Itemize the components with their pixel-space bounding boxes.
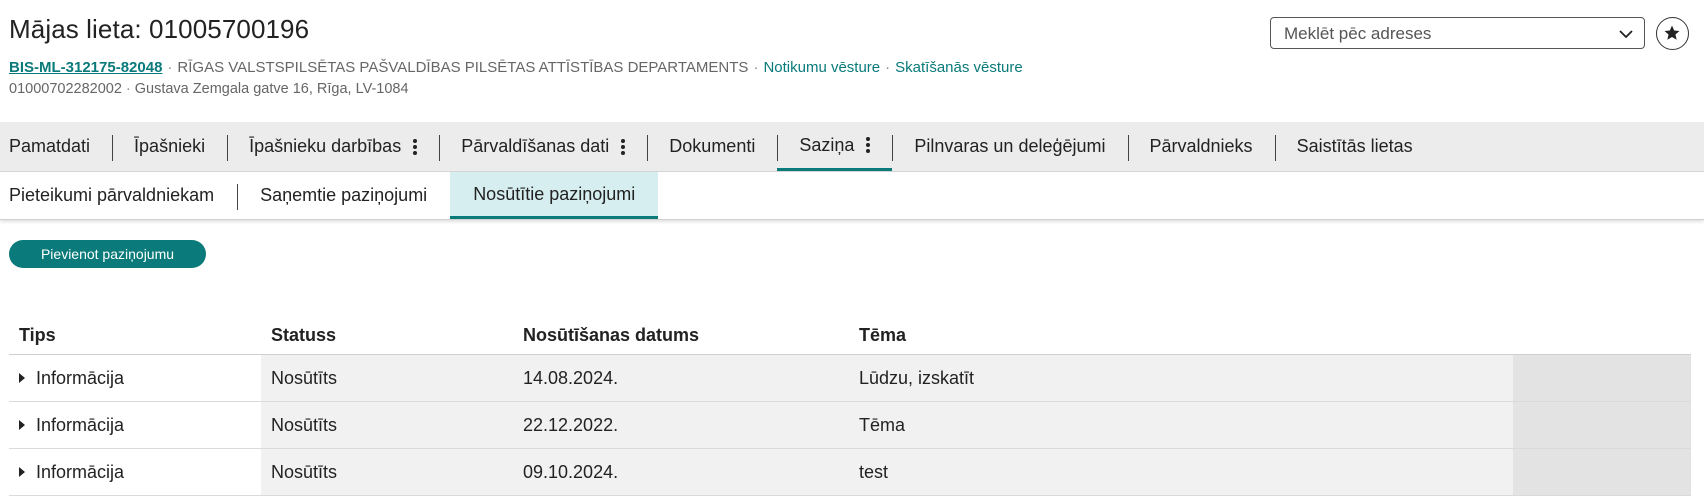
favorite-button[interactable] xyxy=(1656,17,1689,50)
tab-ipasnieku-darbibas[interactable]: Īpašnieku darbības xyxy=(227,122,439,171)
column-header-status[interactable]: Statuss xyxy=(261,325,513,346)
type-text: Informācija xyxy=(36,461,125,482)
tab-label: Saziņa xyxy=(799,134,855,155)
column-header-subject[interactable]: Tēma xyxy=(849,325,1513,346)
views-history-link[interactable]: Skatīšanās vēsture xyxy=(895,59,1023,76)
events-history-link[interactable]: Notikumu vēsture xyxy=(763,59,880,76)
tab-sazina[interactable]: Saziņa xyxy=(777,122,893,171)
cell-date: 22.12.2022. xyxy=(513,402,849,448)
main-tabs: Pamatdati Īpašnieki Īpašnieku darbības P… xyxy=(0,122,1704,172)
subtab-label: Nosūtītie paziņojumi xyxy=(473,183,636,204)
separator: · xyxy=(167,59,173,76)
subtab-pieteikumi[interactable]: Pieteikumi pārvaldniekam xyxy=(0,172,237,219)
tab-label: Īpašnieku darbības xyxy=(249,136,402,156)
star-icon xyxy=(1664,25,1680,40)
address: Gustava Zemgala gatve 16, Rīga, LV-1084 xyxy=(134,81,409,97)
sub-tabs: Pieteikumi pārvaldniekam Saņemtie paziņo… xyxy=(0,172,1704,220)
tab-ipasnieki[interactable]: Īpašnieki xyxy=(112,122,227,171)
chevron-down-icon[interactable] xyxy=(1618,26,1634,42)
cell-subject: test xyxy=(849,449,1513,495)
tab-parvaldnieks[interactable]: Pārvaldnieks xyxy=(1127,122,1275,171)
cell-actions xyxy=(1513,449,1691,495)
type-text: Informācija xyxy=(36,414,125,435)
address-search-input[interactable] xyxy=(1284,24,1604,44)
tab-saistitas-lietas[interactable]: Saistītās lietas xyxy=(1274,122,1435,171)
department-name: RĪGAS VALSTSPILSĒTAS PAŠVALDĪBAS PILSĒTA… xyxy=(177,59,749,76)
more-vertical-icon[interactable] xyxy=(866,135,871,155)
tab-label: Pārvaldnieks xyxy=(1149,136,1253,156)
separator: · xyxy=(885,59,891,76)
cell-status: Nosūtīts xyxy=(261,355,513,401)
subtab-sanemtie[interactable]: Saņemtie paziņojumi xyxy=(237,172,450,219)
more-vertical-icon[interactable] xyxy=(413,137,418,157)
tab-dokumenti[interactable]: Dokumenti xyxy=(647,122,777,171)
column-header-date[interactable]: Nosūtīšanas datums xyxy=(513,325,849,346)
tab-label: Pilnvaras un deleģējumi xyxy=(914,136,1106,156)
case-meta-line: BIS-ML-312175-82048 · RĪGAS VALSTSPILSĒTAS… xyxy=(9,59,1023,76)
column-header-type[interactable]: Tips xyxy=(9,325,261,346)
separator: · xyxy=(753,59,759,76)
tab-pilnvaras[interactable]: Pilnvaras un deleģējumi xyxy=(892,122,1127,171)
page-title: Mājas lieta: 01005700196 xyxy=(9,14,310,44)
cell-type: Informācija xyxy=(9,402,261,448)
subtab-label: Saņemtie paziņojumi xyxy=(260,185,428,205)
subtab-label: Pieteikumi pārvaldniekam xyxy=(9,185,215,205)
tab-label: Saistītās lietas xyxy=(1296,136,1413,156)
table-row[interactable]: Informācija Nosūtīts 09.10.2024. test xyxy=(9,449,1691,496)
separator: · xyxy=(125,81,131,97)
type-text: Informācija xyxy=(36,367,125,388)
notifications-table: Tips Statuss Nosūtīšanas datums Tēma Inf… xyxy=(9,316,1691,496)
subtab-nosutitie[interactable]: Nosūtītie paziņojumi xyxy=(450,172,659,219)
cell-subject: Tēma xyxy=(849,402,1513,448)
tab-label: Pamatdati xyxy=(9,136,91,156)
cell-date: 09.10.2024. xyxy=(513,449,849,495)
expand-caret-icon[interactable] xyxy=(19,420,25,430)
cell-type: Informācija xyxy=(9,449,261,495)
table-row[interactable]: Informācija Nosūtīts 22.12.2022. Tēma xyxy=(9,402,1691,449)
expand-caret-icon[interactable] xyxy=(19,373,25,383)
case-id-link[interactable]: BIS-ML-312175-82048 xyxy=(9,59,162,76)
table-row[interactable]: Informācija Nosūtīts 14.08.2024. Lūdzu, … xyxy=(9,355,1691,402)
tab-parvaldisanas-dati[interactable]: Pārvaldīšanas dati xyxy=(439,122,647,171)
cell-status: Nosūtīts xyxy=(261,402,513,448)
cadastre-number: 01000702282002 xyxy=(9,81,122,97)
cell-actions xyxy=(1513,355,1691,401)
tab-pamatdati[interactable]: Pamatdati xyxy=(0,122,112,171)
address-search-select[interactable] xyxy=(1270,17,1645,49)
expand-caret-icon[interactable] xyxy=(19,467,25,477)
cell-subject: Lūdzu, izskatīt xyxy=(849,355,1513,401)
tab-label: Dokumenti xyxy=(669,136,756,156)
cell-actions xyxy=(1513,402,1691,448)
address-line: 01000702282002 · Gustava Zemgala gatve 16,… xyxy=(9,81,409,97)
table-header: Tips Statuss Nosūtīšanas datums Tēma xyxy=(9,316,1691,355)
cell-date: 14.08.2024. xyxy=(513,355,849,401)
tab-label: Īpašnieki xyxy=(134,136,206,156)
add-notification-button[interactable]: Pievienot paziņojumu xyxy=(9,240,206,268)
cell-type: Informācija xyxy=(9,355,261,401)
tab-label: Pārvaldīšanas dati xyxy=(461,136,610,156)
cell-status: Nosūtīts xyxy=(261,449,513,495)
more-vertical-icon[interactable] xyxy=(621,137,626,157)
